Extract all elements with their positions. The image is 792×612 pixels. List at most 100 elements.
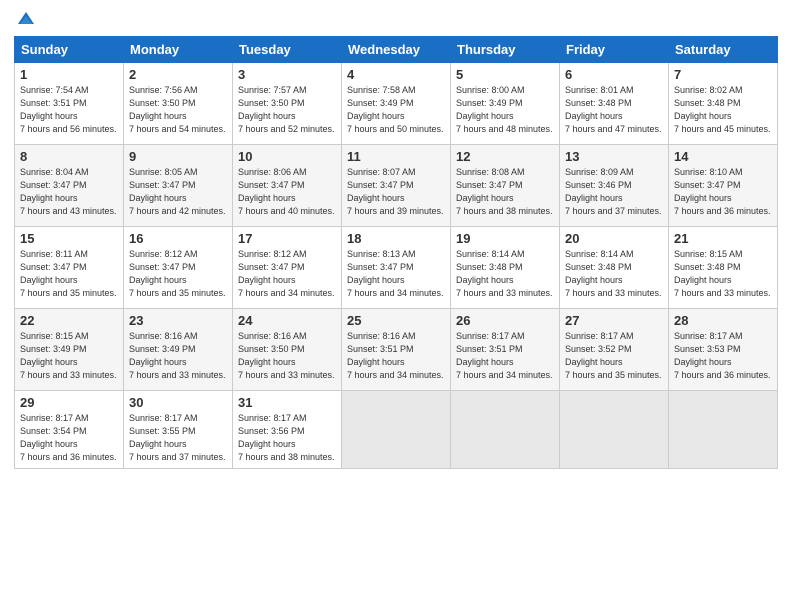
day-info: Sunrise: 8:16 AM Sunset: 3:51 PM Dayligh…	[347, 330, 445, 382]
day-number: 8	[20, 149, 118, 164]
calendar-cell: 2 Sunrise: 7:56 AM Sunset: 3:50 PM Dayli…	[124, 63, 233, 145]
day-info: Sunrise: 7:56 AM Sunset: 3:50 PM Dayligh…	[129, 84, 227, 136]
day-number: 24	[238, 313, 336, 328]
day-number: 31	[238, 395, 336, 410]
calendar-cell: 19 Sunrise: 8:14 AM Sunset: 3:48 PM Dayl…	[451, 227, 560, 309]
day-info: Sunrise: 8:17 AM Sunset: 3:56 PM Dayligh…	[238, 412, 336, 464]
day-info: Sunrise: 7:57 AM Sunset: 3:50 PM Dayligh…	[238, 84, 336, 136]
day-info: Sunrise: 8:09 AM Sunset: 3:46 PM Dayligh…	[565, 166, 663, 218]
day-number: 30	[129, 395, 227, 410]
calendar: Sunday Monday Tuesday Wednesday Thursday…	[14, 36, 778, 469]
day-info: Sunrise: 8:06 AM Sunset: 3:47 PM Dayligh…	[238, 166, 336, 218]
calendar-cell: 30 Sunrise: 8:17 AM Sunset: 3:55 PM Dayl…	[124, 391, 233, 469]
day-info: Sunrise: 8:17 AM Sunset: 3:51 PM Dayligh…	[456, 330, 554, 382]
calendar-cell: 17 Sunrise: 8:12 AM Sunset: 3:47 PM Dayl…	[233, 227, 342, 309]
calendar-cell: 9 Sunrise: 8:05 AM Sunset: 3:47 PM Dayli…	[124, 145, 233, 227]
day-info: Sunrise: 8:17 AM Sunset: 3:52 PM Dayligh…	[565, 330, 663, 382]
day-number: 26	[456, 313, 554, 328]
calendar-cell: 31 Sunrise: 8:17 AM Sunset: 3:56 PM Dayl…	[233, 391, 342, 469]
calendar-header-row: Sunday Monday Tuesday Wednesday Thursday…	[15, 37, 778, 63]
calendar-cell	[342, 391, 451, 469]
day-info: Sunrise: 8:04 AM Sunset: 3:47 PM Dayligh…	[20, 166, 118, 218]
calendar-cell: 22 Sunrise: 8:15 AM Sunset: 3:49 PM Dayl…	[15, 309, 124, 391]
calendar-cell: 14 Sunrise: 8:10 AM Sunset: 3:47 PM Dayl…	[669, 145, 778, 227]
page: Sunday Monday Tuesday Wednesday Thursday…	[0, 0, 792, 612]
calendar-cell: 21 Sunrise: 8:15 AM Sunset: 3:48 PM Dayl…	[669, 227, 778, 309]
day-info: Sunrise: 8:01 AM Sunset: 3:48 PM Dayligh…	[565, 84, 663, 136]
calendar-cell: 25 Sunrise: 8:16 AM Sunset: 3:51 PM Dayl…	[342, 309, 451, 391]
day-number: 20	[565, 231, 663, 246]
day-number: 19	[456, 231, 554, 246]
day-info: Sunrise: 8:16 AM Sunset: 3:50 PM Dayligh…	[238, 330, 336, 382]
day-number: 15	[20, 231, 118, 246]
calendar-cell	[560, 391, 669, 469]
day-number: 22	[20, 313, 118, 328]
header	[14, 10, 778, 30]
day-number: 9	[129, 149, 227, 164]
col-friday: Friday	[560, 37, 669, 63]
calendar-cell: 10 Sunrise: 8:06 AM Sunset: 3:47 PM Dayl…	[233, 145, 342, 227]
calendar-cell	[451, 391, 560, 469]
day-number: 4	[347, 67, 445, 82]
day-info: Sunrise: 8:17 AM Sunset: 3:55 PM Dayligh…	[129, 412, 227, 464]
day-info: Sunrise: 8:15 AM Sunset: 3:49 PM Dayligh…	[20, 330, 118, 382]
day-info: Sunrise: 8:10 AM Sunset: 3:47 PM Dayligh…	[674, 166, 772, 218]
logo-icon	[16, 10, 36, 30]
day-number: 5	[456, 67, 554, 82]
day-info: Sunrise: 8:14 AM Sunset: 3:48 PM Dayligh…	[565, 248, 663, 300]
logo	[14, 10, 36, 30]
day-info: Sunrise: 8:15 AM Sunset: 3:48 PM Dayligh…	[674, 248, 772, 300]
calendar-cell: 8 Sunrise: 8:04 AM Sunset: 3:47 PM Dayli…	[15, 145, 124, 227]
day-number: 27	[565, 313, 663, 328]
day-info: Sunrise: 8:17 AM Sunset: 3:54 PM Dayligh…	[20, 412, 118, 464]
calendar-cell: 3 Sunrise: 7:57 AM Sunset: 3:50 PM Dayli…	[233, 63, 342, 145]
day-number: 13	[565, 149, 663, 164]
calendar-cell: 12 Sunrise: 8:08 AM Sunset: 3:47 PM Dayl…	[451, 145, 560, 227]
day-number: 28	[674, 313, 772, 328]
col-saturday: Saturday	[669, 37, 778, 63]
col-tuesday: Tuesday	[233, 37, 342, 63]
day-number: 12	[456, 149, 554, 164]
day-info: Sunrise: 7:58 AM Sunset: 3:49 PM Dayligh…	[347, 84, 445, 136]
calendar-cell: 13 Sunrise: 8:09 AM Sunset: 3:46 PM Dayl…	[560, 145, 669, 227]
day-number: 18	[347, 231, 445, 246]
day-number: 6	[565, 67, 663, 82]
calendar-cell: 4 Sunrise: 7:58 AM Sunset: 3:49 PM Dayli…	[342, 63, 451, 145]
day-number: 25	[347, 313, 445, 328]
day-info: Sunrise: 8:00 AM Sunset: 3:49 PM Dayligh…	[456, 84, 554, 136]
day-info: Sunrise: 8:08 AM Sunset: 3:47 PM Dayligh…	[456, 166, 554, 218]
day-number: 11	[347, 149, 445, 164]
day-info: Sunrise: 8:07 AM Sunset: 3:47 PM Dayligh…	[347, 166, 445, 218]
day-number: 10	[238, 149, 336, 164]
col-wednesday: Wednesday	[342, 37, 451, 63]
day-info: Sunrise: 8:17 AM Sunset: 3:53 PM Dayligh…	[674, 330, 772, 382]
day-info: Sunrise: 8:16 AM Sunset: 3:49 PM Dayligh…	[129, 330, 227, 382]
calendar-cell: 28 Sunrise: 8:17 AM Sunset: 3:53 PM Dayl…	[669, 309, 778, 391]
day-info: Sunrise: 8:12 AM Sunset: 3:47 PM Dayligh…	[238, 248, 336, 300]
day-info: Sunrise: 8:02 AM Sunset: 3:48 PM Dayligh…	[674, 84, 772, 136]
col-sunday: Sunday	[15, 37, 124, 63]
calendar-cell: 6 Sunrise: 8:01 AM Sunset: 3:48 PM Dayli…	[560, 63, 669, 145]
col-monday: Monday	[124, 37, 233, 63]
day-number: 16	[129, 231, 227, 246]
col-thursday: Thursday	[451, 37, 560, 63]
day-info: Sunrise: 8:11 AM Sunset: 3:47 PM Dayligh…	[20, 248, 118, 300]
calendar-cell: 5 Sunrise: 8:00 AM Sunset: 3:49 PM Dayli…	[451, 63, 560, 145]
day-info: Sunrise: 8:14 AM Sunset: 3:48 PM Dayligh…	[456, 248, 554, 300]
calendar-cell	[669, 391, 778, 469]
day-number: 29	[20, 395, 118, 410]
calendar-cell: 7 Sunrise: 8:02 AM Sunset: 3:48 PM Dayli…	[669, 63, 778, 145]
day-number: 14	[674, 149, 772, 164]
calendar-cell: 27 Sunrise: 8:17 AM Sunset: 3:52 PM Dayl…	[560, 309, 669, 391]
calendar-cell: 23 Sunrise: 8:16 AM Sunset: 3:49 PM Dayl…	[124, 309, 233, 391]
calendar-cell: 15 Sunrise: 8:11 AM Sunset: 3:47 PM Dayl…	[15, 227, 124, 309]
calendar-cell: 1 Sunrise: 7:54 AM Sunset: 3:51 PM Dayli…	[15, 63, 124, 145]
day-number: 17	[238, 231, 336, 246]
day-number: 23	[129, 313, 227, 328]
day-number: 1	[20, 67, 118, 82]
calendar-cell: 26 Sunrise: 8:17 AM Sunset: 3:51 PM Dayl…	[451, 309, 560, 391]
day-number: 3	[238, 67, 336, 82]
day-number: 21	[674, 231, 772, 246]
day-info: Sunrise: 8:13 AM Sunset: 3:47 PM Dayligh…	[347, 248, 445, 300]
calendar-cell: 29 Sunrise: 8:17 AM Sunset: 3:54 PM Dayl…	[15, 391, 124, 469]
